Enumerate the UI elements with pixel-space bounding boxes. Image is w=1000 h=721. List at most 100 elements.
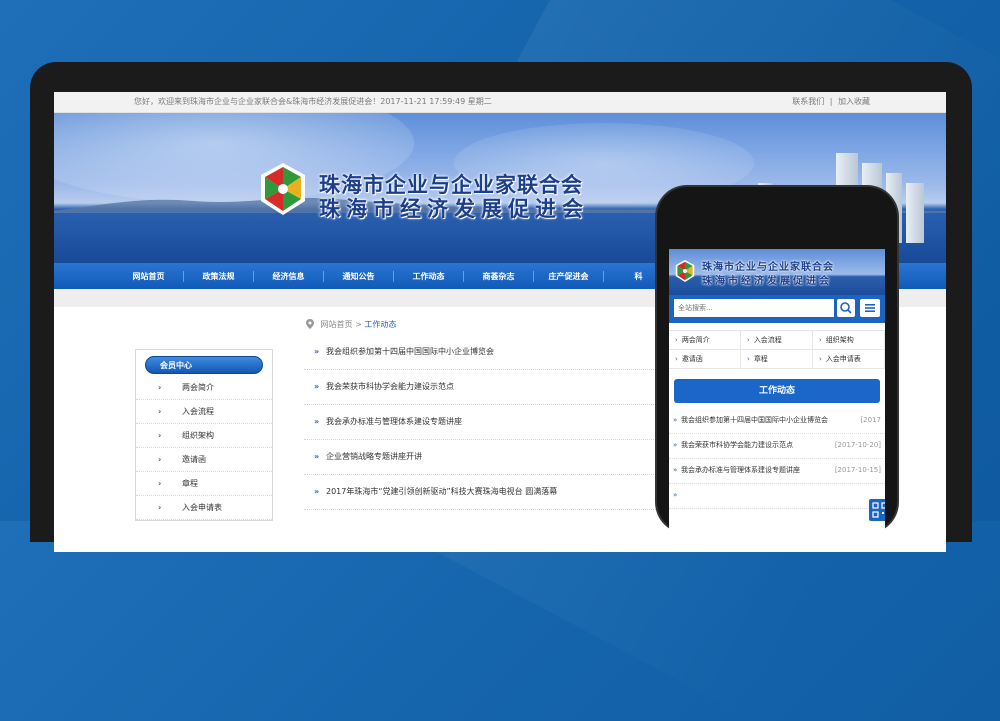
phone-news-date: [2017 — [858, 409, 881, 431]
welcome-text: 您好，欢迎来到珠海市企业与企业家联合会&珠海市经济发展促进会！2017-11-2… — [134, 97, 492, 106]
quick-link-label: 组织架构 — [825, 336, 854, 344]
phone-news-title: 我会荣获市科协学会能力建设示范点 — [681, 441, 793, 449]
news-title: 我会组织参加第十四届中国国际中小企业博览会 — [326, 347, 494, 356]
chevron-right-icon: › — [819, 355, 822, 363]
contact-link[interactable]: 联系我们 — [792, 97, 824, 106]
phone-news-date: [2017-10-20] — [832, 434, 881, 456]
news-title: 2017年珠海市“党建引领创新驱动”科技大赛珠海电视台 圆满落幕 — [326, 487, 558, 496]
phone-news-item[interactable]: » 我会承办标准与管理体系建设专题讲座 [2017-10-15] — [669, 459, 885, 484]
sidebar-item[interactable]: › 入会流程 — [136, 400, 272, 424]
quick-link[interactable]: › 入会流程 — [740, 330, 813, 350]
favorite-link[interactable]: 加入收藏 — [838, 97, 870, 106]
phone-news-list: » 我会组织参加第十四届中国国际中小企业博览会 [2017 » 我会荣获市科协学会能力… — [669, 409, 885, 509]
quick-link[interactable]: › 章程 — [740, 349, 813, 369]
sidebar-item[interactable]: › 两会简介 — [136, 376, 272, 400]
association-logo — [261, 163, 305, 215]
nav-item[interactable]: 工作动态 — [394, 270, 464, 282]
search-input[interactable] — [674, 299, 834, 317]
search-button[interactable] — [837, 299, 855, 317]
quick-link-label: 入会申请表 — [825, 355, 861, 363]
quick-link[interactable]: › 组织架构 — [812, 330, 885, 350]
quick-link-label: 邀请函 — [681, 355, 703, 363]
nav-item[interactable]: 经济信息 — [254, 270, 324, 282]
news-item[interactable]: » 企业营销战略专题讲座开讲 — [304, 440, 664, 475]
chevron-right-icon: › — [158, 383, 162, 392]
breadcrumb-arrow: > — [352, 320, 365, 329]
sidebar-item-label: 章程 — [182, 479, 198, 488]
chevron-right-icon: › — [158, 407, 162, 416]
site-title-line2: 珠海市经济发展促进会 — [319, 196, 589, 221]
chevron-right-icon: » — [673, 441, 678, 449]
chevron-right-icon: › — [158, 479, 162, 488]
news-item[interactable]: » 我会组织参加第十四届中国国际中小企业博览会 — [304, 335, 664, 370]
chevron-right-icon: › — [747, 355, 750, 363]
phone-quick-links: › 两会简介 › 入会流程 › 组织架构 › 邀请函 › 章程 › 入会申请表 — [669, 330, 885, 369]
news-title: 我会荣获市科协学会能力建设示范点 — [326, 382, 454, 391]
phone-screen: 珠海市企业与企业家联合会 珠海市经济发展促进会 ›两会简介 ›入会流程 ›组织架… — [669, 249, 885, 549]
chevron-right-icon: › — [819, 336, 822, 344]
nav-item[interactable]: 庄产促进会 — [534, 270, 604, 282]
phone-news-title: 我会组织参加第十四届中国国际中小企业博览会 — [681, 416, 828, 424]
news-title: 我会承办标准与管理体系建设专题讲座 — [326, 417, 462, 426]
building — [906, 183, 924, 243]
chevron-right-icon: › — [158, 455, 162, 464]
chevron-right-icon: » — [673, 416, 678, 424]
chevron-right-icon: › — [675, 355, 678, 363]
association-logo — [675, 260, 695, 282]
chevron-right-icon: » — [314, 452, 320, 461]
quick-link-label: 章程 — [753, 355, 768, 363]
phone-news-item[interactable]: » 我会组织参加第十四届中国国际中小企业博览会 [2017 — [669, 409, 885, 434]
news-list: » 我会组织参加第十四届中国国际中小企业博览会 » 我会荣获市科协学会能力建设示范点… — [304, 335, 664, 510]
location-pin-icon — [306, 319, 314, 329]
sidebar-item-label: 邀请函 — [182, 455, 206, 464]
sidebar-item-label: 入会申请表 — [182, 503, 222, 512]
phone-title-line1: 珠海市企业与企业家联合会 — [702, 262, 834, 273]
sidebar-item[interactable]: › 入会申请表 — [136, 496, 272, 520]
phone-banner: 珠海市企业与企业家联合会 珠海市经济发展促进会 — [669, 249, 885, 295]
sidebar-head: 会员中心 — [145, 356, 263, 374]
sidebar-item[interactable]: › 组织架构 — [136, 424, 272, 448]
quick-link[interactable]: › 邀请函 — [669, 349, 741, 369]
phone-title-line2: 珠海市经济发展促进会 — [702, 276, 832, 287]
nav-item[interactable]: 通知公告 — [324, 270, 394, 282]
phone-news-title: 我会承办标准与管理体系建设专题讲座 — [681, 466, 800, 474]
chevron-right-icon: » — [314, 487, 320, 496]
chevron-right-icon: » — [314, 347, 320, 356]
chevron-right-icon: » — [673, 466, 678, 474]
top-links: 联系我们 | 加入收藏 — [789, 92, 870, 112]
sidebar-item-label: 两会简介 — [182, 383, 214, 392]
chevron-right-icon: » — [314, 417, 320, 426]
news-item[interactable]: » 2017年珠海市“党建引领创新驱动”科技大赛珠海电视台 圆满落幕 — [304, 475, 664, 510]
chevron-right-icon: › — [675, 336, 678, 344]
sidebar-item[interactable]: › 邀请函 — [136, 448, 272, 472]
link-separator: | — [829, 97, 833, 106]
chevron-right-icon: › — [158, 503, 162, 512]
phone-news-date: [2017-10-15] — [832, 459, 881, 481]
menu-button[interactable] — [860, 299, 880, 317]
phone-search-bar — [669, 295, 885, 323]
qr-code-button[interactable] — [869, 499, 885, 521]
nav-item[interactable]: 政策法规 — [184, 270, 254, 282]
nav-item[interactable]: 网站首页 — [114, 270, 184, 282]
phone-section-title: 工作动态 — [674, 379, 880, 403]
quick-link[interactable]: › 两会简介 — [669, 330, 741, 350]
member-sidebar: 会员中心 › 两会简介 › 入会流程 › 组织架构 › 邀请函 › 章程 › 入会申请表 — [135, 349, 273, 521]
quick-link-label: 入会流程 — [753, 336, 782, 344]
search-icon — [840, 302, 852, 314]
news-item[interactable]: » 我会荣获市科协学会能力建设示范点 — [304, 370, 664, 405]
phone-news-item[interactable]: » 我会荣获市科协学会能力建设示范点 [2017-10-20] — [669, 434, 885, 459]
chevron-right-icon: » — [673, 491, 678, 499]
quick-link[interactable]: › 入会申请表 — [812, 349, 885, 369]
chevron-right-icon: » — [314, 382, 320, 391]
phone-news-item[interactable]: » — [669, 484, 885, 509]
breadcrumb-home[interactable]: 网站首页 — [321, 320, 353, 329]
top-bar: 您好，欢迎来到珠海市企业与企业家联合会&珠海市经济发展促进会！2017-11-2… — [54, 92, 946, 113]
sidebar-item[interactable]: › 章程 — [136, 472, 272, 496]
nav-item[interactable]: 商荟杂志 — [464, 270, 534, 282]
quick-link-label: 两会简介 — [681, 336, 710, 344]
news-title: 企业营销战略专题讲座开讲 — [326, 452, 422, 461]
phone-frame: 珠海市企业与企业家联合会 珠海市经济发展促进会 ›两会简介 ›入会流程 ›组织架… — [657, 187, 897, 549]
news-item[interactable]: » 我会承办标准与管理体系建设专题讲座 — [304, 405, 664, 440]
sidebar-item-label: 入会流程 — [182, 407, 214, 416]
qr-code-icon — [872, 502, 885, 518]
